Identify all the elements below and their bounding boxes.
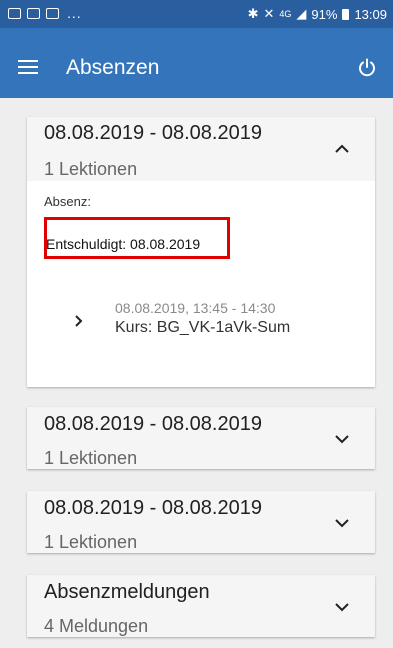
card-date-range: 08.08.2019 - 08.08.2019 bbox=[44, 497, 262, 519]
absence-reports-card[interactable]: Absenzmeldungen 4 Meldungen bbox=[27, 575, 375, 637]
absence-card-expanded[interactable]: 08.08.2019 - 08.08.2019 1 Lektionen Abse… bbox=[27, 117, 375, 387]
notification-icons: ... bbox=[8, 5, 82, 21]
absence-card[interactable]: 08.08.2019 - 08.08.2019 1 Lektionen bbox=[27, 491, 375, 553]
card-lesson-count: 1 Lektionen bbox=[44, 159, 138, 179]
card-lesson-count: 1 Lektionen bbox=[44, 448, 138, 468]
page-title: Absenzen bbox=[66, 56, 160, 79]
absence-label: Absenz: bbox=[44, 194, 91, 209]
app-bar: Absenzen bbox=[0, 28, 393, 98]
clock: 13:09 bbox=[354, 6, 387, 22]
lesson-datetime: 08.08.2019, 13:45 - 14:30 bbox=[115, 300, 276, 316]
power-icon[interactable] bbox=[357, 58, 377, 78]
chat-icon bbox=[46, 7, 59, 19]
battery-icon bbox=[342, 8, 350, 20]
card-date-range: 08.08.2019 - 08.08.2019 bbox=[44, 122, 262, 144]
card-date-range: 08.08.2019 - 08.08.2019 bbox=[44, 413, 262, 435]
network-type: 4G bbox=[279, 9, 292, 19]
signal-icon: ◢ bbox=[296, 6, 307, 21]
mute-icon: ✕ bbox=[263, 6, 275, 21]
excused-date: Entschuldigt: 08.08.2019 bbox=[46, 236, 201, 252]
card-title: Absenzmeldungen bbox=[44, 581, 210, 603]
menu-icon[interactable] bbox=[18, 60, 38, 74]
mail-icon bbox=[27, 7, 40, 19]
chevron-up-icon[interactable] bbox=[335, 144, 349, 153]
status-bar: ... ✱ ✕ 4G ◢ 91% 13:09 bbox=[0, 0, 393, 28]
chevron-down-icon[interactable] bbox=[335, 603, 349, 612]
chevron-right-icon[interactable] bbox=[75, 315, 83, 327]
chevron-down-icon[interactable] bbox=[335, 435, 349, 444]
absence-card[interactable]: 08.08.2019 - 08.08.2019 1 Lektionen bbox=[27, 407, 375, 469]
card-report-count: 4 Meldungen bbox=[44, 616, 149, 636]
battery-level: 91% bbox=[311, 6, 338, 22]
bluetooth-icon: ✱ bbox=[247, 6, 259, 21]
more-notifications: ... bbox=[67, 5, 82, 21]
system-status: ✱ ✕ 4G ◢ 91% 13:09 bbox=[248, 6, 387, 22]
lesson-course: Kurs: BG_VK-1aVk-Sum bbox=[115, 319, 291, 336]
card-lesson-count: 1 Lektionen bbox=[44, 532, 138, 552]
chevron-down-icon[interactable] bbox=[335, 519, 349, 528]
card-details: Absenz: Entschuldigt: 08.08.2019 08.08.2… bbox=[27, 181, 375, 387]
image-icon bbox=[8, 7, 21, 19]
